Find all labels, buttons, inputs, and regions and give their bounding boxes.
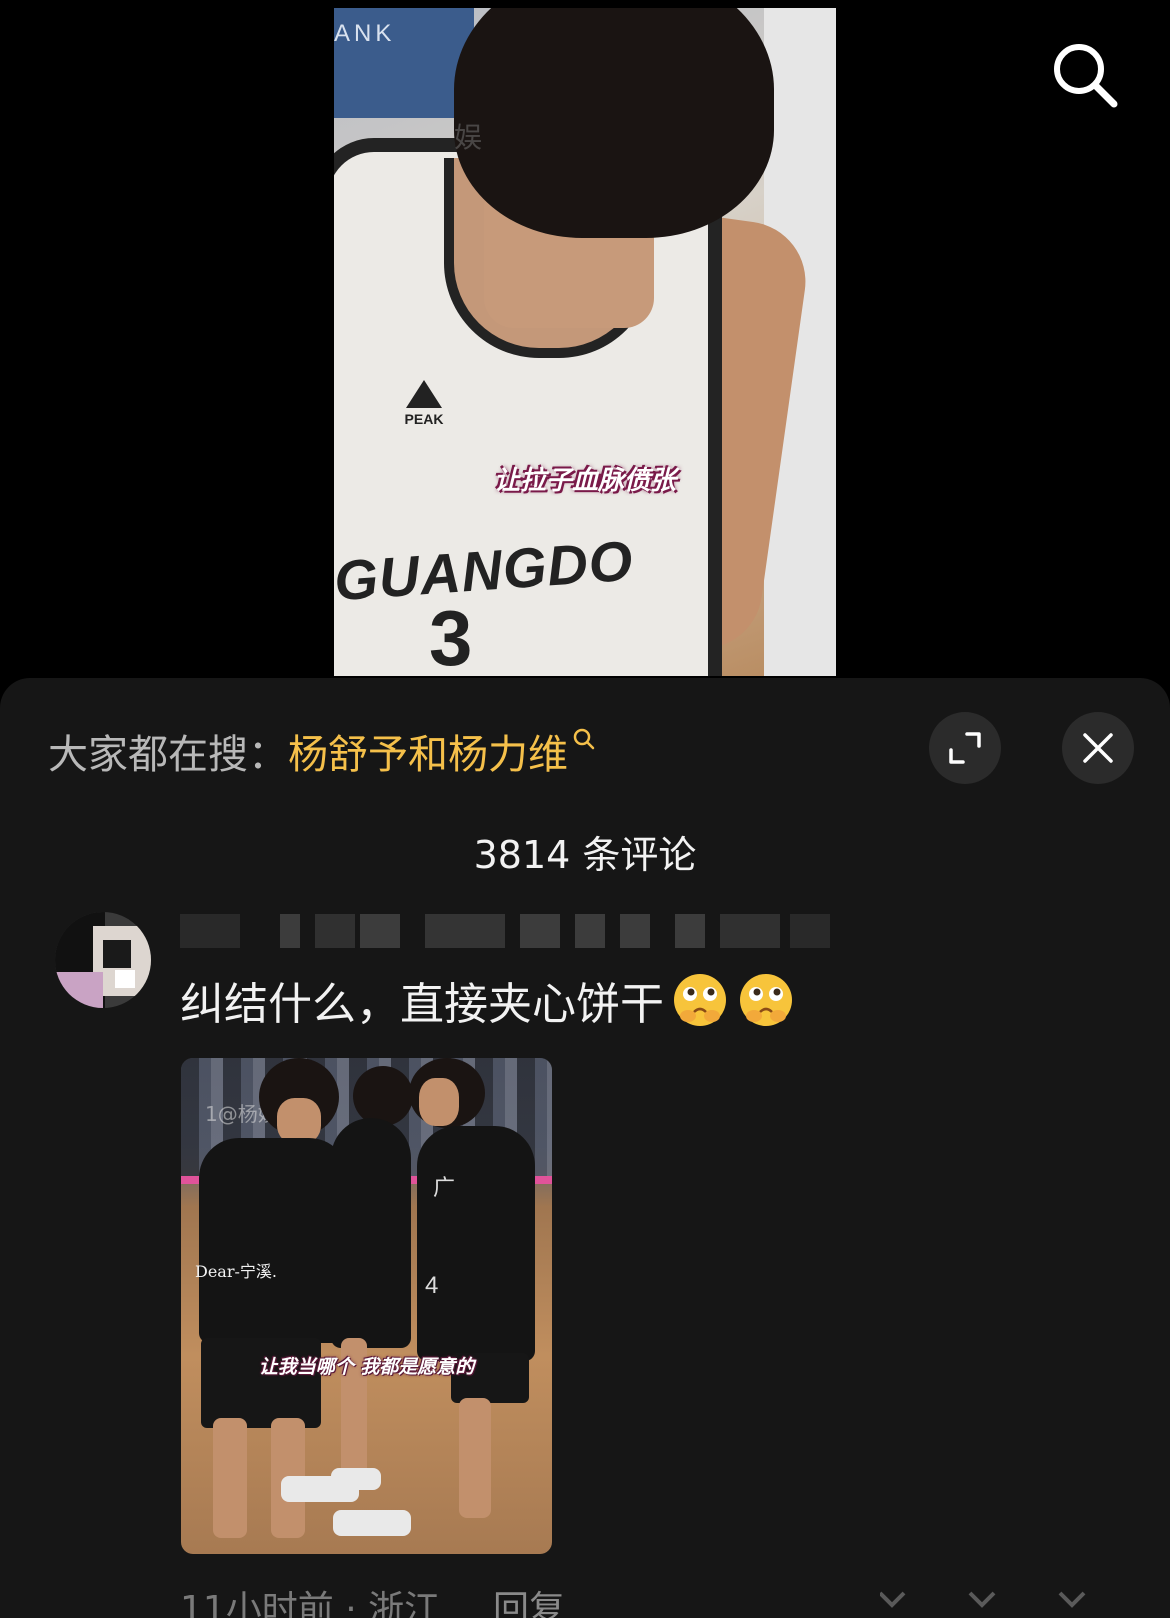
player-right-shoe [333,1510,411,1536]
video-caption: 让拉子血脉偾张 [493,466,676,496]
player-mid-body [331,1118,411,1348]
small-search-icon [573,728,595,750]
video-watermark: 娱 [454,121,483,154]
comment-sheet: 大家都在搜： 杨舒予和杨力维 3814 条评论 纠结什么，直接夹心饼干 1@杨娱… [0,678,1170,1618]
search-icon [1054,44,1118,108]
player-left-body [199,1138,349,1343]
page: ANK PEAK GUANGDO 3 娱 让拉子血脉偾张 大家都在搜： 杨舒予和… [0,0,1170,1618]
close-button[interactable] [1062,712,1134,784]
comment-text: 纠结什么，直接夹心饼干 [180,968,796,1032]
video-jersey-number: 3 [429,594,473,676]
peak-logo-icon: PEAK [405,380,444,427]
video-frame[interactable]: ANK PEAK GUANGDO 3 娱 让拉子血脉偾张 [334,8,836,676]
player-right-body [417,1126,535,1361]
image-tag: Dear-宁溪. [195,1262,277,1281]
expand-icon [949,732,981,764]
video-hair [454,8,774,238]
chevron-down-icon [880,1591,1086,1608]
trending-search: 大家都在搜： 杨舒予和杨力维 [48,722,596,780]
trending-prefix: 大家都在搜： [48,732,288,778]
comment-body: 纠结什么，直接夹心饼干 [180,979,664,1030]
trending-query-link[interactable]: 杨舒予和杨力维 [288,722,568,780]
close-icon [1083,733,1113,763]
svg-text:PEAK: PEAK [405,411,444,427]
player-mid-head [353,1066,413,1126]
player-right-jersey-number: 4 [425,1272,439,1299]
player-right-jersey-char: 广 [433,1176,456,1201]
player-left-shoe [281,1476,359,1502]
player-left-leg [213,1418,247,1538]
video-banner: ANK [334,8,474,118]
thinking-face-emoji-icon [740,974,792,1026]
image-caption: 让我当哪个 我都是愿意的 [258,1356,475,1378]
video-banner-text: ANK [334,20,396,47]
player-right-leg [459,1398,491,1518]
expand-button[interactable] [929,712,1001,784]
comment-count: 3814 条评论 [473,833,697,877]
username-blurred[interactable] [180,914,840,948]
thinking-face-emoji-icon [674,974,726,1026]
video-player[interactable]: ANK PEAK GUANGDO 3 娱 让拉子血脉偾张 [0,0,1170,680]
search-button[interactable] [1050,40,1120,110]
player-right-face [419,1078,459,1126]
avatar[interactable] [55,912,151,1008]
reply-button[interactable]: 回复 [493,1580,565,1618]
comment-meta: 11小时前 · 浙江 [180,1589,441,1618]
comment-image[interactable]: 1@杨娱 广 4 Dear-宁溪. 让我当哪个 我都是愿意的 [181,1058,552,1554]
